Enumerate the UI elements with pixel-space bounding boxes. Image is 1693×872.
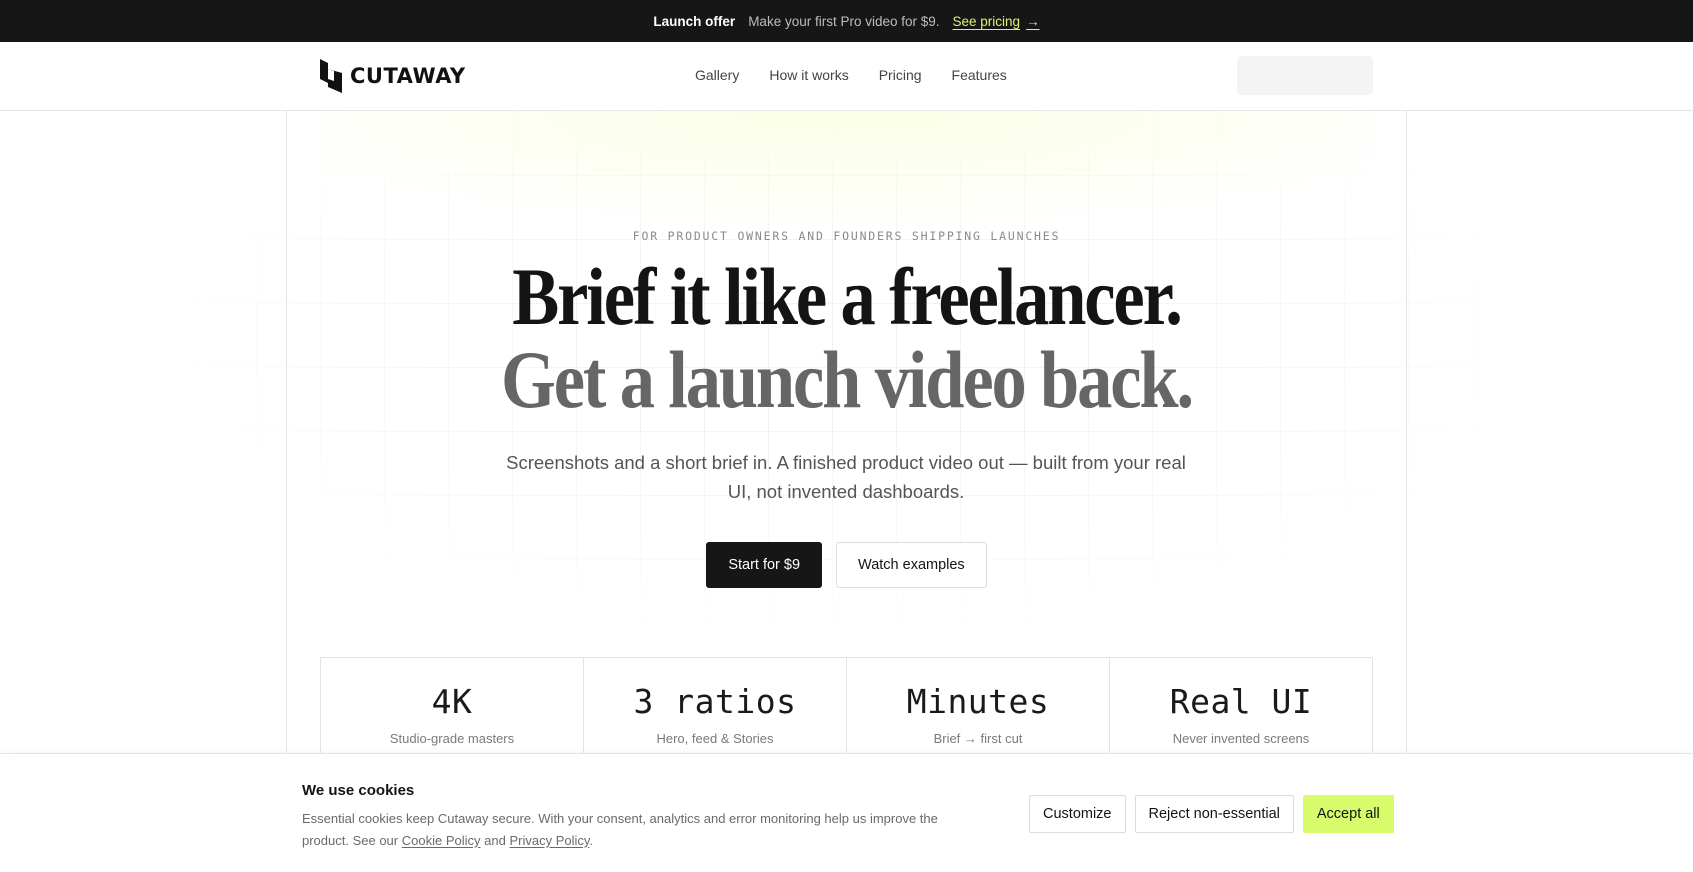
nav-gallery[interactable]: Gallery: [695, 67, 739, 83]
nav-how-it-works[interactable]: How it works: [769, 67, 848, 83]
hero-subhead: Screenshots and a short brief in. A fini…: [506, 452, 1186, 502]
stat-value: Minutes: [906, 682, 1050, 721]
stats-strip: 4K Studio-grade masters 3 ratios Hero, f…: [320, 657, 1373, 761]
cookie-banner: We use cookies Essential cookies keep Cu…: [0, 753, 1693, 872]
main-nav: Gallery How it works Pricing Features: [695, 67, 1007, 83]
stat-label: Brief → first cut: [933, 731, 1023, 746]
accept-all-button[interactable]: Accept all: [1302, 795, 1394, 833]
cutaway-logo-icon: [320, 59, 342, 93]
privacy-policy-link[interactable]: Privacy Policy: [509, 833, 589, 848]
header-action-placeholder[interactable]: [1237, 56, 1373, 95]
watch-examples-button[interactable]: Watch examples: [836, 542, 987, 588]
cookie-policy-link[interactable]: Cookie Policy: [402, 833, 481, 848]
start-button[interactable]: Start for $9: [706, 542, 823, 588]
nav-pricing[interactable]: Pricing: [879, 67, 922, 83]
hero-headline: Brief it like a freelancer. Get a launch…: [119, 255, 1575, 421]
cookie-actions: Customize Reject non-essential Accept al…: [1029, 795, 1394, 833]
stat-item: Minutes Brief → first cut: [847, 658, 1110, 761]
cookie-body: Essential cookies keep Cutaway secure. W…: [302, 811, 938, 848]
stat-item: 3 ratios Hero, feed & Stories: [584, 658, 847, 761]
hero-cta-row: Start for $9 Watch examples: [0, 542, 1693, 588]
headline-line-2: Get a launch video back.: [501, 334, 1194, 425]
announcement-text: Make your first Pro video for $9.: [748, 13, 940, 29]
cookie-text: Essential cookies keep Cutaway secure. W…: [302, 808, 982, 851]
stat-label: Never invented screens: [1172, 731, 1310, 746]
cookie-period: .: [589, 832, 594, 848]
see-pricing-link[interactable]: See pricing →: [953, 14, 1040, 29]
arrow-right-icon: →: [1026, 13, 1040, 29]
site-header: CUTAWAY Gallery How it works Pricing Fea…: [0, 42, 1693, 111]
hero-section: FOR PRODUCT OWNERS AND FOUNDERS SHIPPING…: [0, 111, 1693, 761]
stat-item: 4K Studio-grade masters: [321, 658, 584, 761]
logo-text: CUTAWAY: [350, 64, 466, 88]
customize-button[interactable]: Customize: [1029, 795, 1126, 833]
hero-eyebrow: FOR PRODUCT OWNERS AND FOUNDERS SHIPPING…: [632, 229, 1061, 243]
stat-value: 4K: [431, 682, 473, 721]
announcement-title: Launch offer: [653, 13, 736, 29]
announcement-bar: Launch offer Make your first Pro video f…: [0, 0, 1693, 42]
stat-item: Real UI Never invented screens: [1110, 658, 1372, 761]
stat-label: Studio-grade masters: [389, 731, 515, 746]
stat-label: Hero, feed & Stories: [656, 731, 774, 746]
logo[interactable]: CUTAWAY: [320, 59, 466, 93]
reject-button[interactable]: Reject non-essential: [1134, 795, 1294, 833]
cookie-title: We use cookies: [302, 782, 415, 799]
see-pricing-label: See pricing: [952, 13, 1021, 29]
cookie-and: and: [484, 832, 506, 848]
stat-value: Real UI: [1169, 682, 1313, 721]
nav-features[interactable]: Features: [952, 67, 1007, 83]
headline-line-1: Brief it like a freelancer.: [512, 251, 1183, 342]
stat-value: 3 ratios: [633, 682, 797, 721]
